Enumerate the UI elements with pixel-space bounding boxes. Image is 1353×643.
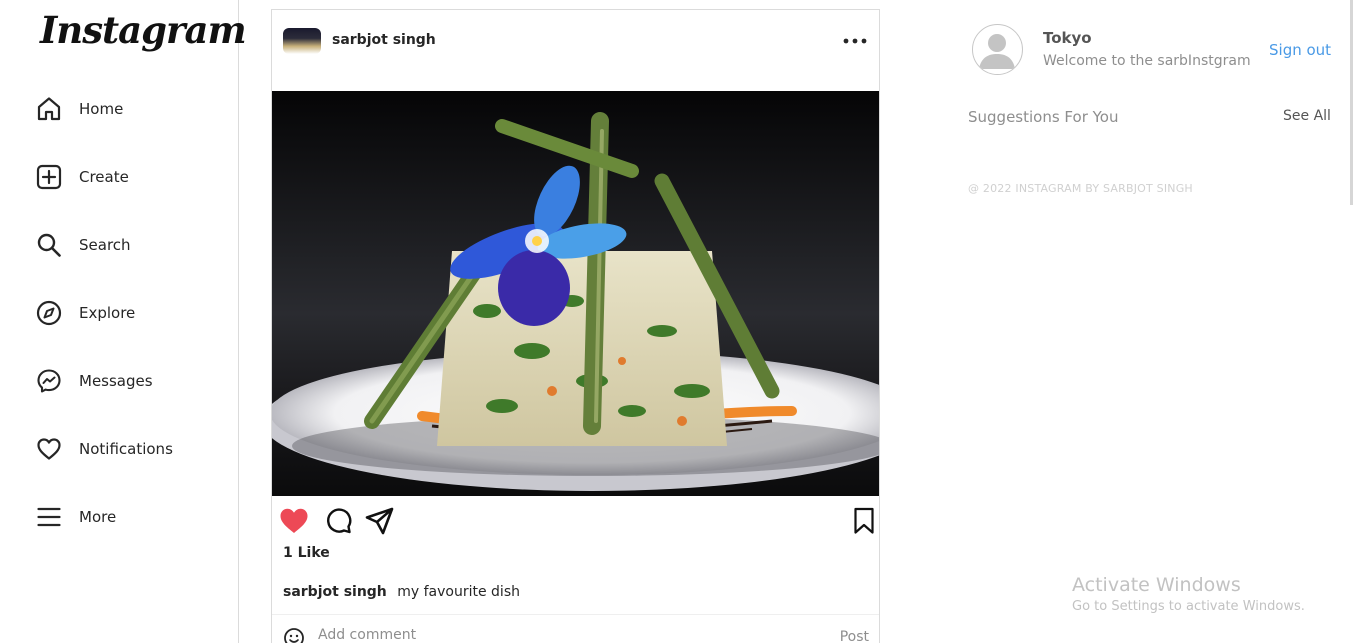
- profile-subtitle: Welcome to the sarbInstgram: [1043, 53, 1251, 69]
- sidebar-item-label: Search: [79, 236, 131, 254]
- post-comment-button[interactable]: Post: [840, 629, 869, 643]
- signout-button[interactable]: Sign out: [1269, 41, 1331, 59]
- heart-icon: [36, 436, 62, 462]
- sidebar-item-label: Notifications: [79, 440, 173, 458]
- sidebar: Instagram Home Create Search Explore Mes…: [0, 0, 247, 643]
- caption-text: my favourite dish: [397, 584, 520, 600]
- home-icon: [36, 96, 62, 122]
- comment-input[interactable]: [318, 627, 798, 643]
- watermark-title: Activate Windows: [1072, 574, 1241, 596]
- sidebar-item-label: Home: [79, 100, 124, 118]
- post-image[interactable]: [272, 91, 879, 496]
- watermark-subtitle: Go to Settings to activate Windows.: [1072, 599, 1305, 614]
- create-icon: [36, 164, 62, 190]
- like-heart-icon[interactable]: [279, 507, 309, 539]
- post-header: sarbjot singh: [272, 10, 879, 91]
- instagram-logo[interactable]: Instagram: [40, 8, 247, 52]
- copyright-text: @ 2022 INSTAGRAM BY SARBJOT SINGH: [968, 182, 1193, 195]
- caption-username[interactable]: sarbjot singh: [283, 584, 387, 600]
- sidebar-item-label: Create: [79, 168, 129, 186]
- sidebar-item-home[interactable]: Home: [36, 90, 173, 128]
- sidebar-item-label: Messages: [79, 372, 153, 390]
- sidebar-item-messages[interactable]: Messages: [36, 362, 173, 400]
- likes-count[interactable]: 1 Like: [283, 545, 330, 561]
- explore-icon: [36, 300, 62, 326]
- bookmark-icon[interactable]: [853, 507, 875, 539]
- messages-icon: [36, 368, 62, 394]
- sidebar-item-explore[interactable]: Explore: [36, 294, 173, 332]
- sidebar-item-create[interactable]: Create: [36, 158, 173, 196]
- post-actions: [272, 507, 879, 539]
- post-username[interactable]: sarbjot singh: [332, 32, 436, 48]
- app-root: Instagram Home Create Search Explore Mes…: [0, 0, 1353, 643]
- see-all-link[interactable]: See All: [1283, 108, 1331, 124]
- comment-icon[interactable]: [324, 507, 352, 539]
- sidebar-item-label: More: [79, 508, 117, 526]
- default-avatar-icon: [979, 34, 1015, 69]
- emoji-icon[interactable]: [283, 627, 305, 643]
- food-photo: [272, 91, 879, 496]
- suggestions-title: Suggestions For You: [968, 108, 1119, 126]
- sidebar-item-search[interactable]: Search: [36, 226, 173, 264]
- profile-avatar[interactable]: [972, 24, 1023, 75]
- post-card: sarbjot singh 1 Like sarbjot singh my fa…: [271, 9, 880, 643]
- post-caption: sarbjot singh my favourite dish: [283, 584, 520, 600]
- search-icon: [36, 232, 62, 258]
- sidebar-item-label: Explore: [79, 304, 136, 322]
- sidebar-item-notifications[interactable]: Notifications: [36, 430, 173, 468]
- comment-bar: Post: [272, 614, 879, 643]
- profile-name[interactable]: Tokyo: [1043, 29, 1092, 47]
- menu-icon: [36, 504, 62, 530]
- sidebar-item-more[interactable]: More: [36, 498, 173, 536]
- share-icon[interactable]: [365, 507, 395, 539]
- post-avatar[interactable]: [283, 28, 321, 54]
- more-options-icon[interactable]: [843, 30, 867, 49]
- windows-activation-watermark: Activate Windows Go to Settings to activ…: [1072, 574, 1305, 614]
- sidebar-nav: Home Create Search Explore Messages Noti…: [36, 90, 173, 566]
